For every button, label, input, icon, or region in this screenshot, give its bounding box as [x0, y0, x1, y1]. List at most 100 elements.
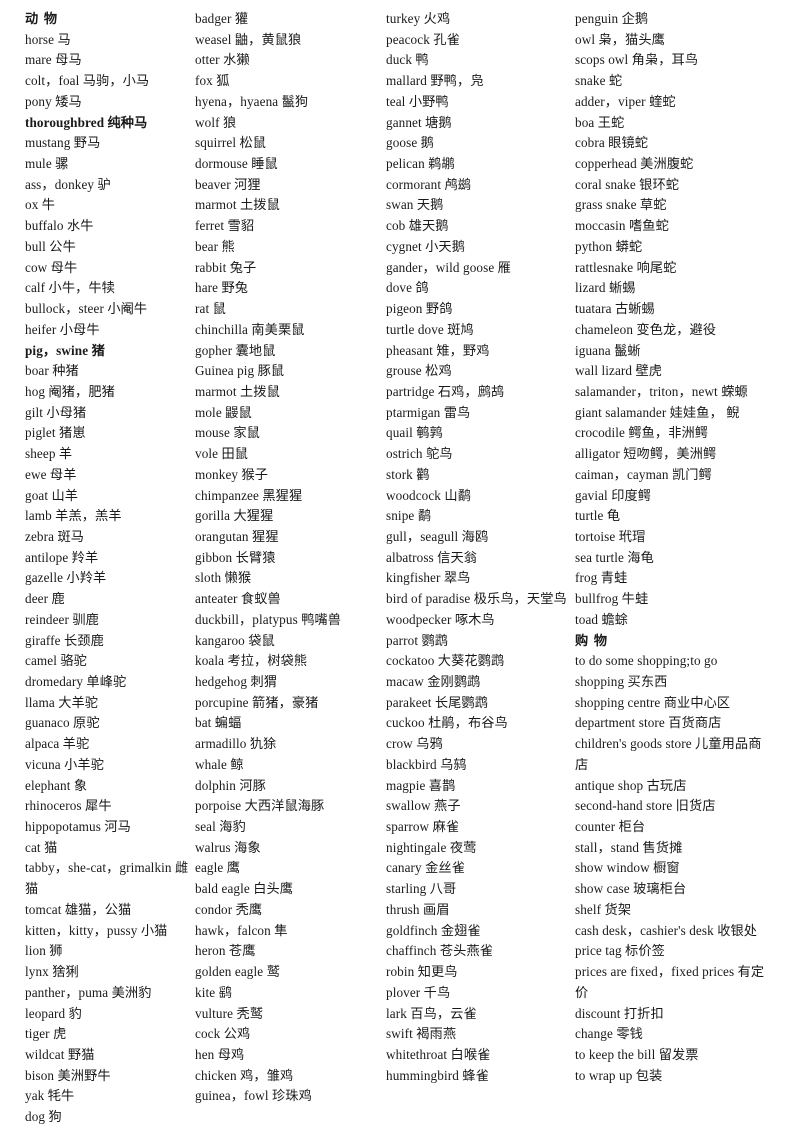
glossary-entry: cuckoo 杜鹃，布谷鸟 — [386, 715, 508, 731]
glossary-entry: whale 鲸 — [195, 756, 244, 772]
glossary-entry: antilope 羚羊 — [25, 549, 99, 565]
glossary-entry: dormouse 睡鼠 — [195, 156, 278, 172]
glossary-entry: anteater 食蚁兽 — [195, 591, 281, 607]
glossary-entry: bullock，steer 小阉牛 — [25, 301, 148, 317]
glossary-entry: rattlesnake 响尾蛇 — [575, 259, 677, 275]
glossary-entry: hyena，hyaena 鬣狗 — [195, 93, 309, 109]
glossary-entry: boar 种猪 — [25, 363, 79, 379]
glossary-entry: tuatara 古蜥蜴 — [575, 301, 655, 317]
glossary-entry: swallow 燕子 — [386, 798, 461, 814]
glossary-entry: swan 天鹅 — [386, 197, 444, 213]
glossary-entry: cow 母牛 — [25, 259, 78, 275]
glossary-entry: zebra 斑马 — [25, 528, 85, 544]
glossary-entry: teal 小野鸭 — [386, 93, 449, 109]
glossary-entry: hawk，falcon 隼 — [195, 922, 288, 938]
glossary-entry: kingfisher 翠鸟 — [386, 570, 471, 586]
glossary-entry: armadillo 犰狳 — [195, 736, 277, 752]
glossary-entry: reindeer 驯鹿 — [25, 611, 99, 627]
glossary-entry: chicken 鸡，雏鸡 — [195, 1067, 294, 1083]
glossary-entry: show window 橱窗 — [575, 860, 680, 876]
glossary-entry: goose 鹅 — [386, 135, 434, 151]
glossary-entry: shelf 货架 — [575, 901, 632, 917]
glossary-entry: frog 青蛙 — [575, 570, 628, 586]
glossary-entry: chimpanzee 黑猩猩 — [195, 487, 303, 503]
glossary-entry: tiger 虎 — [25, 1026, 67, 1042]
glossary-entry: parakeet 长尾鹦鹉 — [386, 694, 489, 710]
glossary-entry: thoroughbred 纯种马 — [25, 114, 148, 130]
glossary-entry: pony 矮马 — [25, 93, 82, 109]
glossary-entry: nightingale 夜莺 — [386, 839, 477, 855]
glossary-entry: vicuna 小羊驼 — [25, 756, 105, 772]
glossary-entry: copperhead 美洲腹蛇 — [575, 156, 694, 172]
glossary-entry: discount 打折扣 — [575, 1005, 664, 1021]
glossary-entry: dog 狗 — [25, 1109, 62, 1125]
glossary-entry: elephant 象 — [25, 777, 88, 793]
glossary-entry: bull 公牛 — [25, 238, 76, 254]
glossary-entry: guanaco 原驼 — [25, 715, 100, 731]
glossary-entry: to wrap up 包装 — [575, 1067, 663, 1083]
glossary-entry: python 蟒蛇 — [575, 238, 643, 254]
glossary-entry: otter 水獭 — [195, 52, 250, 68]
glossary-entry: bird of paradise 极乐鸟，天堂鸟 — [386, 591, 567, 607]
glossary-entry: ass，donkey 驴 — [25, 176, 111, 192]
glossary-entry: chinchilla 南美栗鼠 — [195, 321, 305, 337]
glossary-entry: crocodile 鳄鱼，非洲鳄 — [575, 425, 709, 441]
glossary-entry: horse 马 — [25, 31, 71, 47]
glossary-entry: leopard 豹 — [25, 1005, 82, 1021]
glossary-entry: llama 大羊驼 — [25, 694, 99, 710]
glossary-entry: golden eagle 鹫 — [195, 964, 280, 980]
glossary-entry: plover 千鸟 — [386, 984, 451, 1000]
glossary-entry: chameleon 变色龙，避役 — [575, 321, 717, 337]
glossary-entry: pigeon 野鸽 — [386, 301, 453, 317]
glossary-entry: squirrel 松鼠 — [195, 135, 267, 151]
glossary-entry: Guinea pig 豚鼠 — [195, 363, 285, 379]
glossary-entry: giant salamander 娃娃鱼， 鲵 — [575, 404, 740, 420]
glossary-entry: ox 牛 — [25, 197, 56, 213]
glossary-entry: deer 鹿 — [25, 591, 65, 607]
glossary-entry: to do some shopping;to go shopping 买东西 — [575, 653, 718, 689]
glossary-entry: hippopotamus 河马 — [25, 819, 131, 835]
glossary-entry: camel 骆驼 — [25, 653, 87, 669]
glossary-entry: rat 鼠 — [195, 301, 226, 317]
glossary-page: 动 物 horse 马 mare 母马 colt，foal 马驹，小马 pony 矮马 t… — [0, 0, 793, 1124]
glossary-entry: tomcat 雄猫，公猫 — [25, 901, 132, 917]
glossary-entry: parrot 鹦鹉 — [386, 632, 449, 648]
glossary-column-3: turkey 火鸡 peacock 孔雀 duck 鸭 mallard 野鸭，凫 tea… — [386, 9, 575, 1086]
glossary-entry: ostrich 鸵鸟 — [386, 446, 453, 462]
glossary-entry: coral snake 银环蛇 — [575, 176, 680, 192]
glossary-entry: ewe 母羊 — [25, 466, 77, 482]
glossary-entry: cockatoo 大葵花鹦鹉 — [386, 653, 505, 669]
glossary-entry: gavial 印度鳄 — [575, 487, 652, 503]
glossary-entry: woodpecker 啄木鸟 — [386, 611, 495, 627]
glossary-entry: mouse 家鼠 — [195, 425, 260, 441]
glossary-entry: grass snake 草蛇 — [575, 197, 667, 213]
glossary-entry: kangaroo 袋鼠 — [195, 632, 275, 648]
glossary-entry: marmot 土拨鼠 — [195, 197, 280, 213]
glossary-entry: bald eagle 白头鹰 — [195, 881, 294, 897]
glossary-entry: turtle 龟 — [575, 508, 621, 524]
glossary-entry: salamander，triton，newt 蝾螈 — [575, 383, 748, 399]
glossary-entry: blackbird 乌鸫 — [386, 756, 467, 772]
glossary-entry: goat 山羊 — [25, 487, 79, 503]
glossary-entry: antique shop 古玩店 — [575, 777, 687, 793]
glossary-entry: ferret 雪貂 — [195, 218, 255, 234]
glossary-entry: cob 雄天鹅 — [386, 218, 449, 234]
glossary-entry: swift 褐雨燕 — [386, 1026, 457, 1042]
glossary-entry: canary 金丝雀 — [386, 860, 465, 876]
glossary-entry: magpie 喜鹊 — [386, 777, 456, 793]
glossary-entry: cobra 眼镜蛇 — [575, 135, 649, 151]
glossary-entry: kite 鹞 — [195, 984, 232, 1000]
glossary-entry: adder，viper 蝰蛇 — [575, 93, 676, 109]
glossary-entry: chaffinch 苍头燕雀 — [386, 943, 493, 959]
glossary-entry: wildcat 野猫 — [25, 1046, 95, 1062]
glossary-entry: bat 蝙蝠 — [195, 715, 242, 731]
glossary-entry: panther，puma 美洲豹 — [25, 984, 152, 1000]
glossary-entry: calf 小牛，牛犊 — [25, 280, 115, 296]
glossary-entry: hog 阉猪，肥猪 — [25, 383, 115, 399]
glossary-entry: hen 母鸡 — [195, 1046, 245, 1062]
glossary-entry: guinea，fowl 珍珠鸡 — [195, 1088, 312, 1104]
glossary-entry: marmot 土拨鼠 — [195, 383, 280, 399]
glossary-entry: dove 鸽 — [386, 280, 429, 296]
glossary-entry: condor 秃鹰 — [195, 901, 263, 917]
glossary-entry: alpaca 羊驼 — [25, 736, 90, 752]
